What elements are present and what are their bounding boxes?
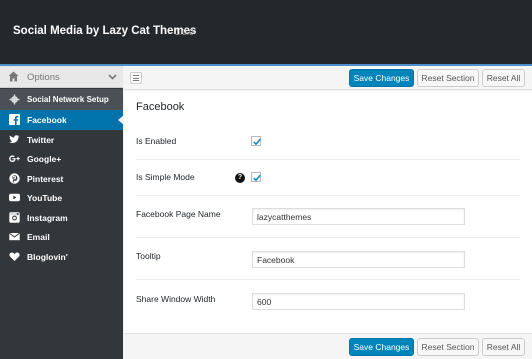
help-icon[interactable]: ? xyxy=(235,173,245,183)
sidebar-item-social-network-setup[interactable]: Social Network Setup xyxy=(0,89,123,110)
settings-panel: Facebook Is Enabled Is Simple Mode ? Fac… xyxy=(124,91,532,333)
sidebar-item-bloglovin[interactable]: Bloglovin' xyxy=(0,247,123,267)
reset-all-button[interactable]: Reset All xyxy=(482,69,525,87)
version-label: 1.0.0 xyxy=(175,27,194,37)
is-simple-mode-checkbox[interactable] xyxy=(251,172,261,182)
sidebar-item-instagram[interactable]: Instagram xyxy=(0,208,123,228)
pinterest-icon xyxy=(9,172,20,184)
top-toolbar: Save Changes Reset Section Reset All xyxy=(124,66,532,90)
sidebar-item-label: YouTube xyxy=(27,193,63,203)
sidebar-item-label: Instagram xyxy=(27,212,68,223)
tooltip-input[interactable]: Facebook xyxy=(252,251,465,268)
home-icon xyxy=(8,71,19,82)
options-menu-toggle[interactable]: Options xyxy=(0,66,123,88)
options-label: Options xyxy=(27,72,60,83)
facebook-page-name-input[interactable]: lazycatthemes xyxy=(252,208,465,225)
is-enabled-label: Is Enabled xyxy=(136,136,177,146)
reset-section-button[interactable]: Reset Section xyxy=(417,69,479,87)
sidebar-item-label: Social Network Setup xyxy=(27,95,109,104)
save-changes-button-bottom[interactable]: Save Changes xyxy=(349,338,414,356)
checkmark-icon xyxy=(253,174,261,182)
chevron-down-icon xyxy=(108,74,117,80)
sidebar-item-label: Twitter xyxy=(27,134,55,145)
sidebar-item-label: Facebook xyxy=(27,115,67,125)
sidebar-item-youtube[interactable]: YouTube xyxy=(0,188,123,208)
email-icon xyxy=(9,232,20,241)
app-header: Social Media by Lazy Cat Themes 1.0.0 xyxy=(0,0,532,64)
sidebar-item-label: Google+ xyxy=(27,154,62,164)
instagram-icon xyxy=(9,211,20,223)
sidebar-item-google-plus[interactable]: Google+ xyxy=(0,149,123,169)
expand-options-icon[interactable] xyxy=(130,72,142,84)
sidebar-item-twitter[interactable]: Twitter xyxy=(0,130,123,150)
page-name-label: Facebook Page Name xyxy=(136,209,221,219)
row-divider xyxy=(136,279,520,280)
sidebar-item-label: Email xyxy=(27,232,50,242)
tooltip-label: Tooltip xyxy=(136,251,161,261)
row-divider xyxy=(136,195,520,196)
facebook-icon xyxy=(9,114,20,125)
reset-section-button-bottom[interactable]: Reset Section xyxy=(417,338,479,356)
sidebar-item-facebook[interactable]: Facebook xyxy=(0,110,124,130)
main-panel: Save Changes Reset Section Reset All Fac… xyxy=(124,66,532,359)
share-window-width-input[interactable]: 600 xyxy=(252,293,465,310)
save-changes-button[interactable]: Save Changes xyxy=(349,69,414,87)
checkmark-icon xyxy=(253,138,261,146)
google-plus-icon xyxy=(9,155,20,162)
sidebar-item-label: Bloglovin' xyxy=(27,251,68,262)
row-divider xyxy=(136,159,520,160)
youtube-icon xyxy=(9,193,20,202)
sidebar-nav: Social Network Setup Facebook Twitter Go… xyxy=(0,89,124,267)
share-window-width-label: Share Window Width xyxy=(136,294,216,304)
bottom-toolbar: Save Changes Reset Section Reset All xyxy=(124,333,532,359)
page-title: Social Media by Lazy Cat Themes xyxy=(13,25,197,37)
section-title: Facebook xyxy=(136,101,185,113)
is-simple-mode-label: Is Simple Mode xyxy=(136,172,195,182)
sidebar-item-pinterest[interactable]: Pinterest xyxy=(0,169,123,189)
sidebar-item-email[interactable]: Email xyxy=(0,227,123,247)
twitter-icon xyxy=(9,134,20,143)
sidebar-item-label: Pinterest xyxy=(27,173,64,184)
sidebar: Options Social Network Setup Facebook Tw… xyxy=(0,66,124,359)
row-divider xyxy=(136,237,520,238)
is-enabled-checkbox[interactable] xyxy=(251,136,261,146)
gear-icon xyxy=(9,94,20,105)
heart-icon xyxy=(9,252,20,261)
reset-all-button-bottom[interactable]: Reset All xyxy=(482,338,525,356)
